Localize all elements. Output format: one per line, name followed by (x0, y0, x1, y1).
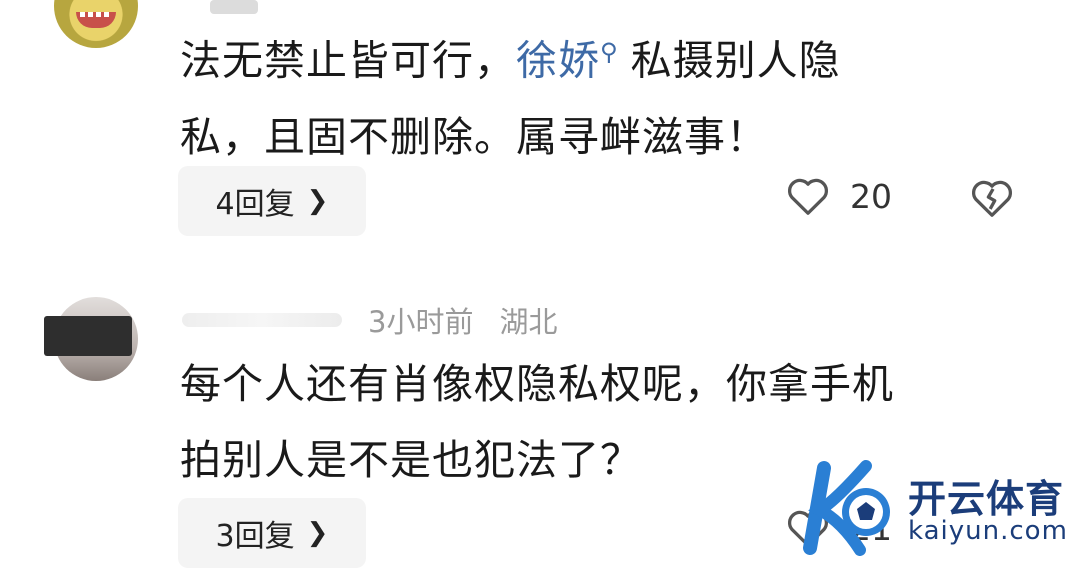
avatar-redaction (44, 316, 132, 356)
chevron-right-icon: ❯ (306, 518, 329, 548)
brand-logo-icon (803, 460, 890, 556)
comment-meta: 3小时前 湖北 (182, 298, 583, 342)
heart-outline-icon (787, 178, 829, 215)
mention-link[interactable]: 徐娇 (516, 37, 600, 85)
watermark-domain: kaiyun.com (908, 516, 1068, 546)
view-replies-button[interactable]: 4回复 ❯ (178, 166, 366, 236)
avatar[interactable] (54, 0, 138, 48)
like-count: 20 (850, 176, 892, 216)
obscured-username (182, 313, 342, 327)
view-replies-button[interactable]: 3回复 ❯ (178, 498, 366, 568)
search-icon: ⚲ (600, 38, 619, 66)
like-button[interactable]: 20 (786, 176, 892, 216)
comment-location: 湖北 (499, 305, 558, 339)
comment-time: 3小时前 (368, 305, 474, 339)
watermark-brand: 开云体育 (908, 477, 1065, 521)
comment-text: 法无禁止皆可行，徐娇⚲ 私摄别人隐 私，且固不删除。属寻衅滋事！ (180, 36, 841, 161)
obscured-username (210, 0, 258, 14)
broken-heart-icon (971, 180, 1013, 217)
watermark-logo: 开云体育 kaiyun.com (796, 460, 1068, 556)
dislike-button[interactable] (970, 178, 1014, 222)
chevron-right-icon: ❯ (306, 186, 329, 216)
